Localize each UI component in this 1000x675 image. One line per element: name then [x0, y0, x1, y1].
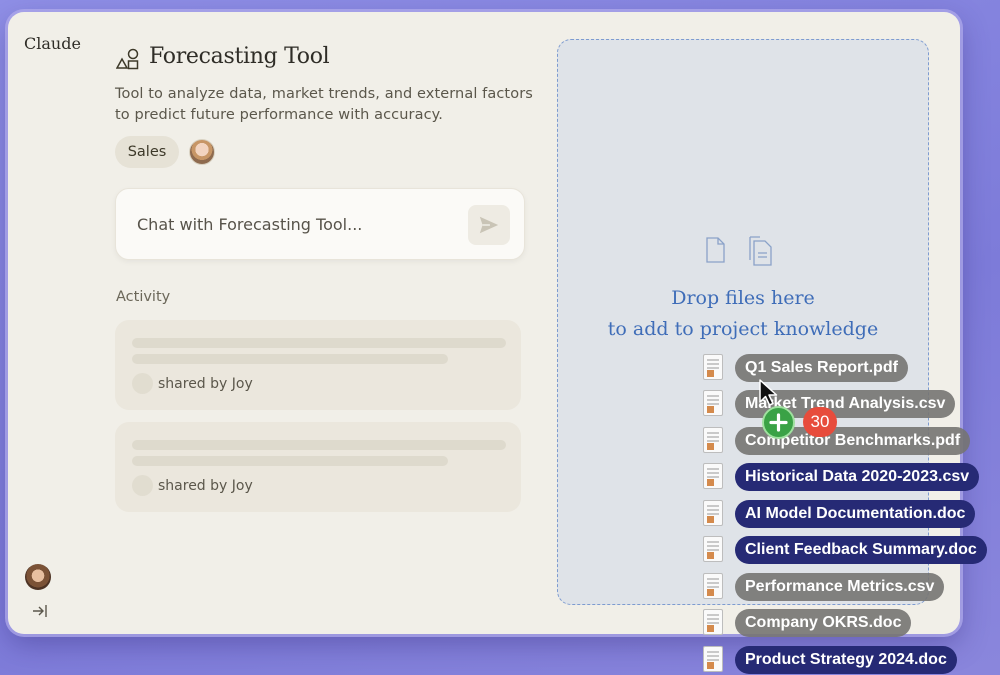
- skeleton-line: [132, 456, 448, 466]
- file-name: Client Feedback Summary.doc: [735, 536, 987, 564]
- file-name: Product Strategy 2024.doc: [735, 646, 957, 674]
- shared-avatar: [132, 475, 153, 496]
- send-icon: [479, 216, 499, 234]
- project-title: Forecasting Tool: [149, 44, 330, 69]
- document-icon: [703, 573, 723, 599]
- file-count-badge: 30: [803, 407, 837, 437]
- chat-placeholder[interactable]: Chat with Forecasting Tool...: [137, 215, 362, 234]
- user-avatar[interactable]: [25, 564, 51, 590]
- plus-icon: [769, 413, 788, 432]
- document-icon: [703, 390, 723, 416]
- document-icon: [703, 500, 723, 526]
- copy-badge: [762, 406, 795, 439]
- file-name: AI Model Documentation.doc: [735, 500, 976, 528]
- arrow-cursor-icon: [759, 379, 778, 406]
- shared-by-text: shared by Joy: [158, 478, 253, 494]
- document-icon: [703, 609, 723, 635]
- chat-input[interactable]: Chat with Forecasting Tool...: [115, 188, 525, 260]
- brand-logo[interactable]: Claude: [24, 34, 81, 53]
- activity-item[interactable]: shared by Joy: [115, 422, 521, 512]
- file-icon: [706, 237, 725, 263]
- skeleton-line: [132, 354, 448, 364]
- project-tag[interactable]: Sales: [115, 136, 179, 168]
- file-icons: [706, 236, 772, 266]
- shapes-icon: [116, 48, 139, 70]
- file-name: Historical Data 2020-2023.csv: [735, 463, 980, 491]
- skeleton-line: [132, 338, 506, 348]
- project-description: Tool to analyze data, market trends, and…: [115, 86, 533, 123]
- shared-avatar: [132, 373, 153, 394]
- expand-sidebar-icon[interactable]: [32, 604, 48, 618]
- document-icon: [703, 463, 723, 489]
- activity-item[interactable]: shared by Joy: [115, 320, 521, 410]
- shared-by-text: shared by Joy: [158, 376, 253, 392]
- skeleton-line: [132, 440, 506, 450]
- member-avatar[interactable]: [189, 139, 215, 165]
- file-name: Company OKRS.doc: [735, 609, 912, 637]
- activity-heading: Activity: [116, 289, 171, 305]
- send-button[interactable]: [468, 205, 510, 245]
- files-icon: [749, 236, 772, 266]
- dropzone-title: Drop files here: [671, 287, 815, 309]
- file-name: Performance Metrics.csv: [735, 573, 945, 601]
- document-icon: [703, 536, 723, 562]
- document-icon: [703, 427, 723, 453]
- document-icon: [703, 354, 723, 380]
- dropzone-subtitle: to add to project knowledge: [607, 318, 879, 340]
- document-icon: [703, 646, 723, 672]
